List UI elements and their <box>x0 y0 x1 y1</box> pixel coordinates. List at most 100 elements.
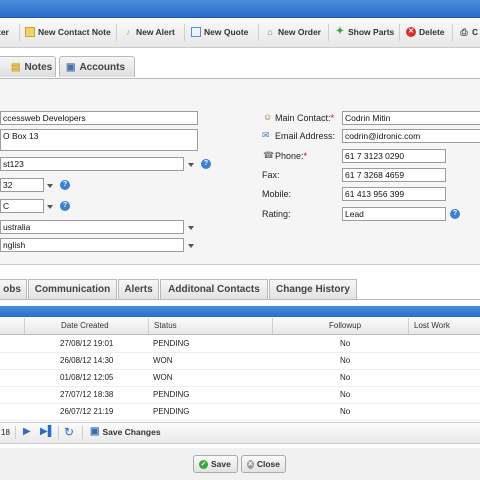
postcode-select[interactable]: 32 <box>0 178 44 192</box>
toolbar-button-label: ter <box>0 27 9 37</box>
tab-notes[interactable]: ▤ Notes <box>0 56 56 77</box>
mobile-label: Mobile: <box>262 189 292 199</box>
account-code-select[interactable]: st123 <box>0 157 184 171</box>
tab-accounts[interactable]: ▣ Accounts <box>59 56 135 77</box>
cell-status: PENDING <box>153 407 190 416</box>
email-field[interactable]: codrin@idronic.com <box>342 129 480 143</box>
label-text: Main Contact: <box>275 113 331 123</box>
cell-followup: No <box>340 407 351 416</box>
state-select[interactable]: C <box>0 199 44 213</box>
column-header-date-created[interactable]: Date Created <box>24 318 148 334</box>
main-contact-field[interactable]: Codrin Mitin <box>342 111 480 125</box>
quote-icon <box>191 27 201 37</box>
print-icon: ⎙ <box>460 27 468 37</box>
page-count: 18 <box>1 428 10 437</box>
refresh-icon[interactable]: ↻ <box>64 425 74 439</box>
table-row[interactable]: 27/07/12 18:38 PENDING No <box>0 386 480 404</box>
save-button[interactable]: ✓ Save <box>193 455 238 473</box>
next-page-icon[interactable]: ▶ <box>23 426 31 437</box>
tab-change-history[interactable]: Change History <box>269 279 357 299</box>
person-icon: ☺ <box>263 112 273 122</box>
cell-status: WON <box>153 356 173 365</box>
cell-status: PENDING <box>153 339 190 348</box>
tab-communication[interactable]: Communication <box>28 279 117 299</box>
fax-field[interactable]: 61 7 3268 4659 <box>342 168 446 182</box>
company-name-field[interactable]: ccessweb Developers <box>0 111 198 125</box>
save-changes-label: Save Changes <box>102 426 161 437</box>
label-text: Phone: <box>275 151 304 161</box>
save-button-label: Save <box>211 459 231 469</box>
column-header-status[interactable]: Status <box>148 318 272 334</box>
tab-alerts[interactable]: Alerts <box>118 279 159 299</box>
bell-icon: ♪ <box>125 27 131 37</box>
postal-address-field[interactable]: O Box 13 <box>0 129 198 151</box>
phone-label: Phone:* <box>275 151 308 161</box>
help-icon[interactable]: ? <box>450 209 460 219</box>
close-button[interactable]: ✕ Close <box>241 455 286 473</box>
record-tabs: ▤ Notes ▣ Accounts <box>0 56 480 79</box>
show-parts-button[interactable]: ✦ Show Parts <box>335 25 395 39</box>
new-quote-button[interactable]: New Quote <box>191 25 248 39</box>
cart-icon: ⌂ <box>267 27 273 37</box>
table-row[interactable]: 26/08/12 14:30 WON No <box>0 352 480 370</box>
chevron-down-icon[interactable] <box>47 184 53 188</box>
grid-header: Date Created Status Followup Lost Work <box>0 318 480 335</box>
column-header-lost-work[interactable]: Lost Work <box>408 318 480 334</box>
toolbar-separator <box>116 24 117 41</box>
chevron-down-icon[interactable] <box>188 244 194 248</box>
cell-followup: No <box>340 373 351 382</box>
chevron-down-icon[interactable] <box>47 205 53 209</box>
note-icon <box>25 27 35 37</box>
grid-pager: 18 ▶ ▶▌ ↻ ▣ Save Changes <box>0 422 480 444</box>
window-title-bar <box>0 0 480 18</box>
phone-field[interactable]: 61 7 3123 0290 <box>342 149 446 163</box>
last-page-icon[interactable]: ▶▌ <box>40 426 55 437</box>
toolbar-separator <box>19 24 20 41</box>
cell-date-created: 27/07/12 18:38 <box>60 390 114 399</box>
cell-status: WON <box>153 373 173 382</box>
help-icon[interactable]: ? <box>201 159 211 169</box>
phone-icon: ☎ <box>263 150 275 160</box>
toolbar-separator <box>184 24 185 41</box>
toolbar-button-new-contact[interactable]: ter <box>0 25 9 39</box>
cell-date-created: 26/07/12 21:19 <box>60 407 114 416</box>
check-icon: ✓ <box>199 459 208 469</box>
tab-additional-contacts[interactable]: Additonal Contacts <box>160 279 268 299</box>
tab-label: Accounts <box>79 61 126 73</box>
cell-followup: No <box>340 339 351 348</box>
help-icon[interactable]: ? <box>60 180 70 190</box>
toolbar: ter New Contact Note ♪ New Alert New Quo… <box>0 18 480 48</box>
floppy-icon: ▣ <box>90 426 100 437</box>
close-icon: ✕ <box>247 459 254 469</box>
main-contact-label: Main Contact:* <box>275 113 335 123</box>
table-row[interactable]: 01/08/12 12:05 WON No <box>0 369 480 387</box>
table-row[interactable]: 27/08/12 19:01 PENDING No <box>0 335 480 353</box>
new-order-button[interactable]: ⌂ New Order <box>265 25 321 39</box>
help-icon[interactable]: ? <box>60 201 70 211</box>
mobile-field[interactable]: 61 413 956 399 <box>342 187 446 201</box>
toolbar-button-label: New Contact Note <box>38 27 111 37</box>
chevron-down-icon[interactable] <box>188 226 194 230</box>
email-label: Email Address: <box>275 131 336 141</box>
tab-jobs[interactable]: obs <box>0 279 27 299</box>
chevron-down-icon[interactable] <box>188 163 194 167</box>
save-changes-button[interactable]: ▣ Save Changes <box>90 426 161 437</box>
new-alert-button[interactable]: ♪ New Alert <box>123 25 175 39</box>
cell-date-created: 27/08/12 19:01 <box>60 339 114 348</box>
new-contact-note-button[interactable]: New Contact Note <box>25 25 111 39</box>
table-row[interactable]: 26/07/12 21:19 PENDING No <box>0 403 480 421</box>
puzzle-icon: ✦ <box>335 26 345 37</box>
pager-separator <box>58 426 59 439</box>
column-header-followup[interactable]: Followup <box>272 318 408 334</box>
rating-select[interactable]: Lead <box>342 207 446 221</box>
folder-icon: ▤ <box>11 61 21 73</box>
print-button[interactable]: ⎙ C <box>459 25 478 39</box>
rating-label: Rating: <box>262 209 291 219</box>
country-select[interactable]: ustralia <box>0 220 184 234</box>
fax-label: Fax: <box>262 170 280 180</box>
language-select[interactable]: nglish <box>0 238 184 252</box>
delete-button[interactable]: ✕ Delete <box>406 25 445 39</box>
cell-followup: No <box>340 390 351 399</box>
toolbar-button-label: New Alert <box>136 27 175 37</box>
cell-date-created: 26/08/12 14:30 <box>60 356 114 365</box>
